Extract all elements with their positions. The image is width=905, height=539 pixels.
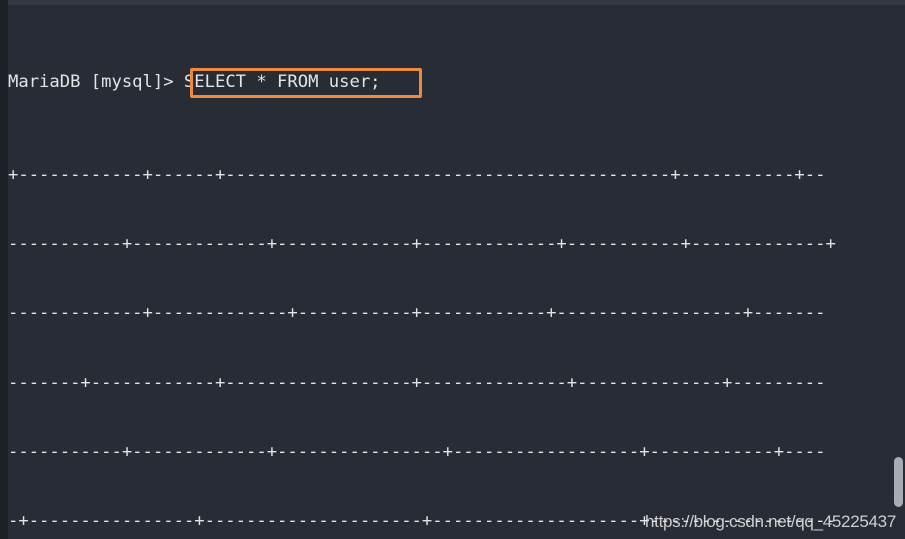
output-line: +------------+------+-------------------… [8, 164, 826, 185]
output-line: -------------+-------------+-----------+… [8, 303, 826, 324]
terminal-window[interactable]: MariaDB [mysql]> SELECT * FROM user; +--… [0, 0, 905, 539]
output-line: -------+------------+------------------+… [8, 372, 826, 393]
output-line: -----------+-------------+--------------… [8, 441, 826, 462]
sql-command-text[interactable]: SELECT * FROM user; [184, 72, 381, 92]
output-line: -----------+-------------+-------------+… [8, 233, 836, 254]
csdn-watermark: https://blog.csdn.net/qq_45225437 [645, 512, 896, 531]
terminal-output-area[interactable]: MariaDB [mysql]> SELECT * FROM user; +--… [8, 0, 897, 539]
vertical-scrollbar-thumb[interactable] [894, 457, 903, 507]
terminal-left-gutter [0, 0, 8, 539]
mysql-prompt: MariaDB [mysql]> [8, 72, 184, 93]
prompt-line: MariaDB [mysql]> SELECT * FROM user; [8, 68, 897, 99]
vertical-scrollbar-track[interactable] [891, 5, 905, 539]
